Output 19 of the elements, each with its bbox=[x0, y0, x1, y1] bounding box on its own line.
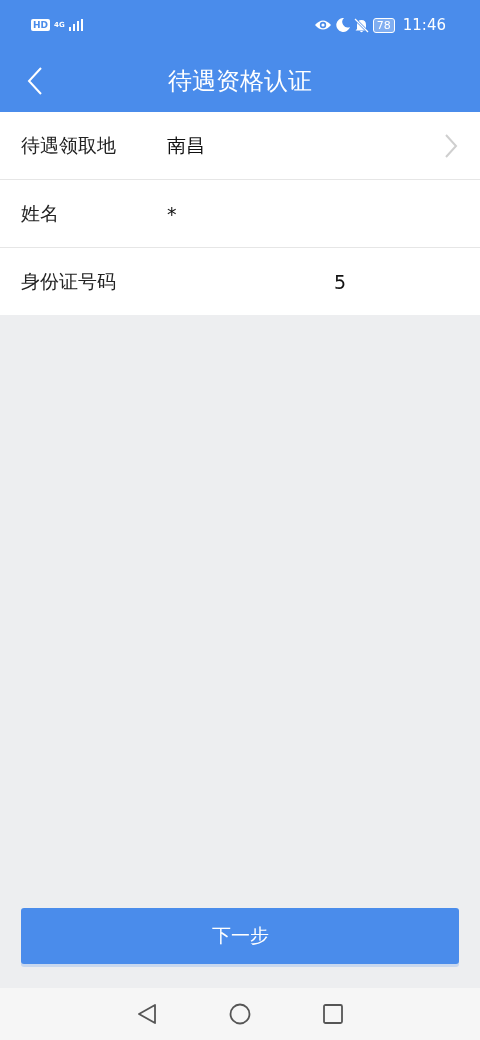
field-label: 身份证号码 bbox=[21, 268, 117, 294]
recents-nav-icon[interactable] bbox=[323, 1004, 343, 1024]
field-label: 姓名 bbox=[21, 200, 60, 226]
hd-icon: HD bbox=[31, 19, 50, 31]
clock-time: 11:46 bbox=[402, 16, 446, 34]
signal-icon bbox=[68, 19, 83, 31]
select-row[interactable]: 待遇领取地 南昌 bbox=[0, 112, 480, 180]
field-value: 5 bbox=[334, 270, 347, 293]
field-value: * bbox=[167, 202, 177, 225]
page-title: 待遇资格认证 bbox=[168, 66, 312, 97]
field-value: 南昌 bbox=[167, 132, 205, 158]
back-nav-icon[interactable] bbox=[137, 1003, 157, 1025]
battery-level: 78 bbox=[372, 17, 395, 33]
moon-icon bbox=[335, 18, 350, 32]
chevron-icon bbox=[444, 132, 458, 159]
bell-off-icon bbox=[353, 17, 369, 33]
home-nav-icon[interactable] bbox=[229, 1003, 251, 1025]
eye-icon bbox=[313, 18, 332, 32]
field-label: 待遇领取地 bbox=[21, 132, 117, 158]
